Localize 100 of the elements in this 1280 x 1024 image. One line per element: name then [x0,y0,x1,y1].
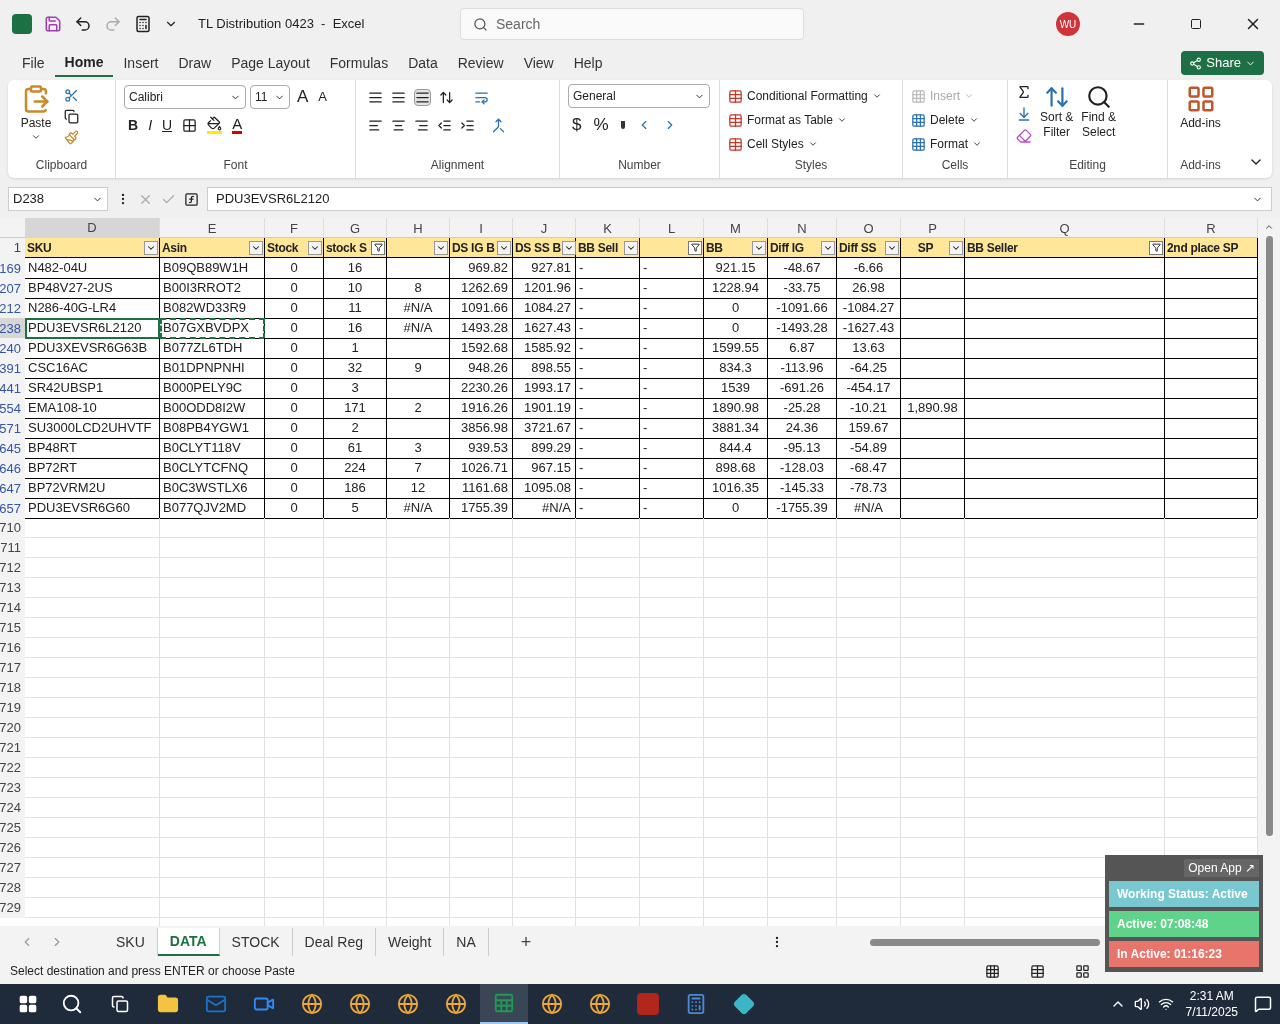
search-field[interactable]: Search [460,8,804,40]
table-cell[interactable]: 159.67 [837,418,901,439]
filter-button[interactable] [249,240,263,255]
active-cell[interactable]: PDU3EVSR6L2120 [25,318,160,339]
row-number[interactable]: 720 [0,718,25,738]
sheet-tab[interactable]: Deal Reg [292,928,376,956]
table-cell[interactable]: 2230.26 [450,378,513,399]
table-cell[interactable]: - [576,318,640,339]
table-cell[interactable]: BP48V27-2US [25,278,160,299]
cells-menu-button[interactable]: Delete [911,108,999,132]
table-cell[interactable]: - [640,378,704,399]
menu-tab[interactable]: Insert [113,49,169,77]
calculator-icon[interactable] [134,15,152,33]
table-cell[interactable]: -145.33 [768,478,837,499]
table-cell[interactable]: B00I3RROT2 [160,278,265,299]
table-cell[interactable] [901,318,965,339]
table-cell[interactable]: 1592.68 [450,338,513,359]
table-cell[interactable]: B01DPNPNHI [160,358,265,379]
table-cell[interactable]: -454.17 [837,378,901,399]
table-cell[interactable]: 948.26 [450,358,513,379]
table-cell[interactable]: 1890.98 [704,398,768,419]
notification-icon[interactable] [1254,995,1272,1013]
row-number[interactable]: 714 [0,598,25,618]
table-cell[interactable]: -1493.28 [768,318,837,339]
table-cell[interactable]: -64.25 [837,358,901,379]
table-cell[interactable]: BP72VRM2U [25,478,160,499]
table-cell[interactable]: 2 [387,398,450,419]
table-cell[interactable]: SR42UBSP1 [25,378,160,399]
row-number[interactable]: 391 [0,358,25,379]
table-cell[interactable]: 0 [704,318,768,339]
column-header[interactable]: D [25,218,160,240]
row-number[interactable]: 728 [0,878,25,898]
orientation-icon[interactable] [439,89,454,105]
table-cell[interactable]: 1161.68 [450,478,513,499]
table-cell[interactable]: 3 [387,438,450,459]
align-right-icon[interactable] [414,117,429,133]
table-cell[interactable]: - [640,478,704,499]
table-cell[interactable]: 24.36 [768,418,837,439]
table-cell[interactable]: 1916.26 [450,398,513,419]
font-name-dropdown[interactable]: Calibri [124,85,246,109]
table-cell[interactable]: -25.28 [768,398,837,419]
menu-tab[interactable]: Review [447,49,514,77]
table-cell[interactable]: 921.15 [704,258,768,279]
row-number[interactable]: 719 [0,698,25,718]
table-cell[interactable]: 1,890.98 [901,398,965,419]
sheet-tab[interactable]: DATA [157,928,220,956]
font-style-button[interactable]: B [128,114,139,136]
sheet-tab[interactable]: Weight [375,928,445,956]
increase-indent-icon[interactable] [460,117,475,133]
table-cell[interactable]: 186 [324,478,387,499]
table-cell[interactable]: 1585.92 [513,338,576,359]
table-cell[interactable]: - [640,498,704,519]
table-cell[interactable]: 1228.94 [704,278,768,299]
table-cell[interactable]: 927.81 [513,258,576,279]
table-cell[interactable]: 3856.98 [450,418,513,439]
table-cell[interactable]: - [576,398,640,419]
row-number[interactable]: 212 [0,298,25,319]
fill-icon[interactable] [1016,106,1032,122]
spreadsheet-app-icon[interactable] [12,14,32,34]
font-style-button[interactable]: I [148,114,152,136]
menu-tab[interactable]: Help [563,49,613,77]
table-cell[interactable]: 1539 [704,378,768,399]
table-cell[interactable]: - [640,398,704,419]
table-cell[interactable]: - [576,498,640,519]
table-cell[interactable]: 2 [324,418,387,439]
menu-tab[interactable]: Data [398,49,448,77]
table-cell[interactable]: -33.75 [768,278,837,299]
table-cell[interactable]: 12 [387,478,450,499]
table-cell[interactable] [901,358,965,379]
table-cell[interactable]: 844.4 [704,438,768,459]
table-cell[interactable]: 1493.28 [450,318,513,339]
table-cell[interactable]: 61 [324,438,387,459]
table-cell[interactable] [901,258,965,279]
row-number[interactable]: 240 [0,338,25,359]
share-button[interactable]: Share [1181,51,1264,75]
row-number[interactable]: 721 [0,738,25,758]
table-cell[interactable] [965,498,1165,519]
row-number[interactable]: 722 [0,758,25,778]
page-break-icon[interactable] [1075,963,1090,979]
comma-style-icon[interactable] [620,121,625,129]
table-cell[interactable]: -10.21 [837,398,901,419]
table-cell[interactable]: - [576,438,640,459]
table-cell[interactable]: 1755.39 [450,498,513,519]
table-cell[interactable]: 10 [324,278,387,299]
table-cell[interactable]: -1084.27 [837,298,901,319]
table-cell[interactable]: CSC16AC [25,358,160,379]
table-cell[interactable]: EMA108-10 [25,398,160,419]
sheet-tab[interactable]: STOCK [219,928,293,956]
table-cell[interactable]: B077ZL6TDH [160,338,265,359]
table-cell[interactable]: - [576,278,640,299]
row-number[interactable]: 207 [0,278,25,299]
table-cell[interactable]: - [576,478,640,499]
table-cell[interactable]: #N/A [513,498,576,519]
table-cell[interactable] [387,418,450,439]
row-number[interactable]: 710 [0,518,25,538]
table-cell[interactable]: 898.55 [513,358,576,379]
align-left-icon[interactable] [368,117,383,133]
table-cell[interactable]: 13.63 [837,338,901,359]
filter-button[interactable] [752,240,766,255]
row-number[interactable]: 647 [0,478,25,499]
